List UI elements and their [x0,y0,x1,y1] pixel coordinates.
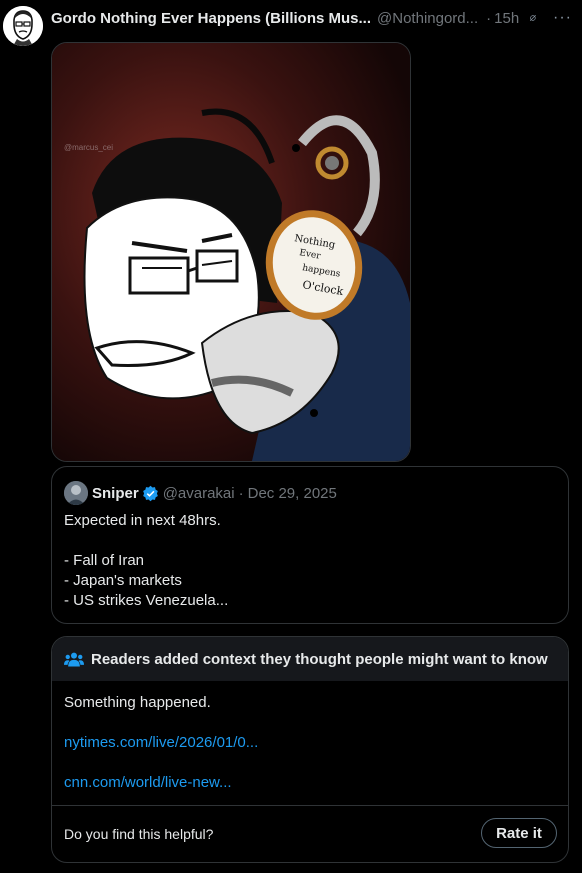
quoted-author-handle[interactable]: @avarakai [163,485,235,502]
quoted-text-line: - Japan's markets [64,572,182,589]
separator-dot: · [486,9,492,27]
source-link-nytimes[interactable]: nytimes.com/live/2026/01/0... [64,733,258,753]
more-options-icon[interactable]: ··· [553,9,572,27]
avatar-image [3,6,43,46]
author-avatar[interactable] [3,6,43,46]
quoted-text-line [64,531,228,551]
quoted-text-line: - Fall of Iran [64,552,145,569]
rate-it-button[interactable]: Rate it [481,818,557,848]
quoted-author-name[interactable]: Sniper [92,485,139,502]
separator-dot: · [238,484,244,502]
community-note-title: Readers added context they thought peopl… [91,650,548,668]
quoted-post[interactable]: Sniper @avarakai · Dec 29, 2025 Expected… [51,466,569,624]
verified-badge-icon[interactable] [142,485,159,502]
people-icon [64,652,84,667]
post-header: Gordo Nothing Ever Happens (Billions Mus… [51,8,572,28]
quoted-post-date[interactable]: Dec 29, 2025 [248,485,337,502]
community-note-footer: Do you find this helpful? Rate it [52,805,568,862]
grok-icon[interactable] [529,9,537,27]
community-note-text: Something happened. [64,694,211,711]
quoted-text-line: Expected in next 48hrs. [64,512,221,529]
image-watermark: @marcus_cei [64,143,114,152]
quoted-post-header: Sniper @avarakai · Dec 29, 2025 [64,481,337,505]
quoted-avatar-image [64,481,88,505]
source-link-cnn[interactable]: cnn.com/world/live-new... [64,773,258,793]
post-timestamp[interactable]: 15h [494,10,519,27]
post-media-image[interactable]: Nothing Ever happens O'clock @marcus_cei [51,42,411,462]
helpful-question: Do you find this helpful? [64,826,214,842]
meme-illustration: Nothing Ever happens O'clock [52,43,410,461]
quoted-author-avatar[interactable] [64,481,88,505]
community-note: Readers added context they thought peopl… [51,636,569,863]
quoted-text-line: - US strikes Venezuela... [64,592,229,609]
quoted-post-text: Expected in next 48hrs. - Fall of Iran -… [64,511,228,611]
author-handle[interactable]: @Nothingord... [377,10,478,27]
community-note-body: Something happened. nytimes.com/live/202… [64,693,258,793]
community-note-header[interactable]: Readers added context they thought peopl… [52,637,568,681]
author-name[interactable]: Gordo Nothing Ever Happens (Billions Mus… [51,10,371,27]
